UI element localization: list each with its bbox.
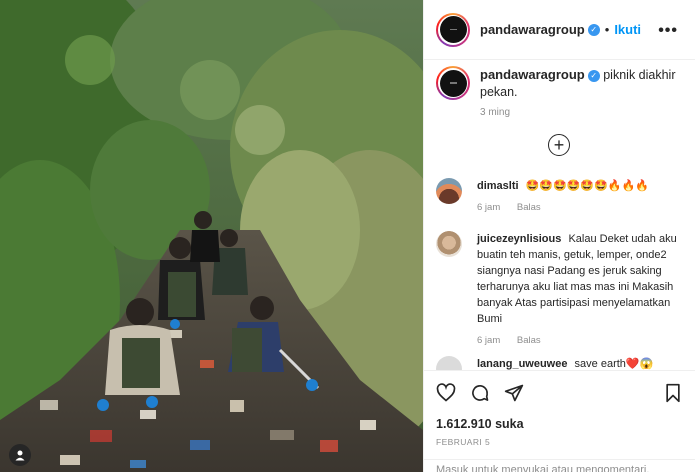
reply-button[interactable]: Balas — [517, 335, 541, 346]
verified-badge-icon: ✓ — [587, 23, 600, 36]
caption-avatar[interactable] — [436, 66, 470, 100]
comment-item: juicezeynlisious Kalau Deket udah aku bu… — [436, 231, 686, 349]
header-username[interactable]: pandawaragroup — [480, 22, 585, 37]
bookmark-icon[interactable] — [664, 383, 682, 408]
post-header: pandawaragroup ✓ • Ikuti ••• — [424, 0, 695, 60]
comment-username[interactable]: dimaslti — [477, 180, 519, 192]
post-photo[interactable] — [0, 0, 423, 472]
comment-text: Kalau Deket udah aku buatin teh manis, g… — [477, 233, 677, 325]
verified-badge-icon: ✓ — [587, 69, 600, 82]
share-icon[interactable] — [504, 383, 524, 408]
post-date[interactable]: FEBRUARI 5 — [436, 437, 490, 447]
commenter-avatar[interactable] — [436, 178, 462, 204]
comment-text: save earth❤️😱 — [574, 358, 654, 370]
caption-time: 3 ming — [480, 107, 511, 118]
separator-dot: • — [604, 22, 610, 37]
like-count[interactable]: 1.612.910 suka — [436, 417, 524, 431]
comment-username[interactable]: juicezeynlisious — [477, 233, 561, 245]
caption-text-block: pandawaragroup ✓ piknik diakhir pekan. — [480, 66, 680, 101]
user-tag-icon[interactable] — [9, 444, 31, 466]
commenter-avatar[interactable] — [436, 231, 462, 257]
avatar[interactable] — [436, 12, 470, 47]
comment-time: 6 jam — [477, 335, 501, 346]
comment-text: 🤩🤩🤩🤩🤩🤩🔥🔥🔥 — [525, 180, 649, 192]
more-options-icon[interactable]: ••• — [658, 22, 678, 40]
post-actions: 1.612.910 suka FEBRUARI 5 Masuk untuk me… — [424, 370, 695, 472]
post-side-panel: pandawaragroup ✓ • Ikuti ••• pandawaragr… — [423, 0, 695, 472]
comment-username[interactable]: lanang_uweuwee — [477, 358, 567, 370]
heart-icon[interactable] — [436, 383, 456, 408]
comment-item: dimaslti 🤩🤩🤩🤩🤩🤩🔥🔥🔥 6 jam Balas — [436, 178, 686, 216]
caption-username[interactable]: pandawaragroup — [480, 67, 585, 82]
add-comment-prompt[interactable]: Masuk untuk menyukai atau mengomentari. — [424, 459, 695, 472]
caption: pandawaragroup ✓ piknik diakhir pekan. 3 … — [436, 66, 686, 118]
follow-button[interactable]: Ikuti — [614, 22, 641, 37]
comment-icon[interactable] — [470, 383, 490, 408]
load-more-comments-icon[interactable]: + — [548, 134, 570, 156]
comment-time: 6 jam — [477, 202, 501, 213]
reply-button[interactable]: Balas — [517, 202, 541, 213]
post-photo-illustration — [0, 0, 423, 472]
